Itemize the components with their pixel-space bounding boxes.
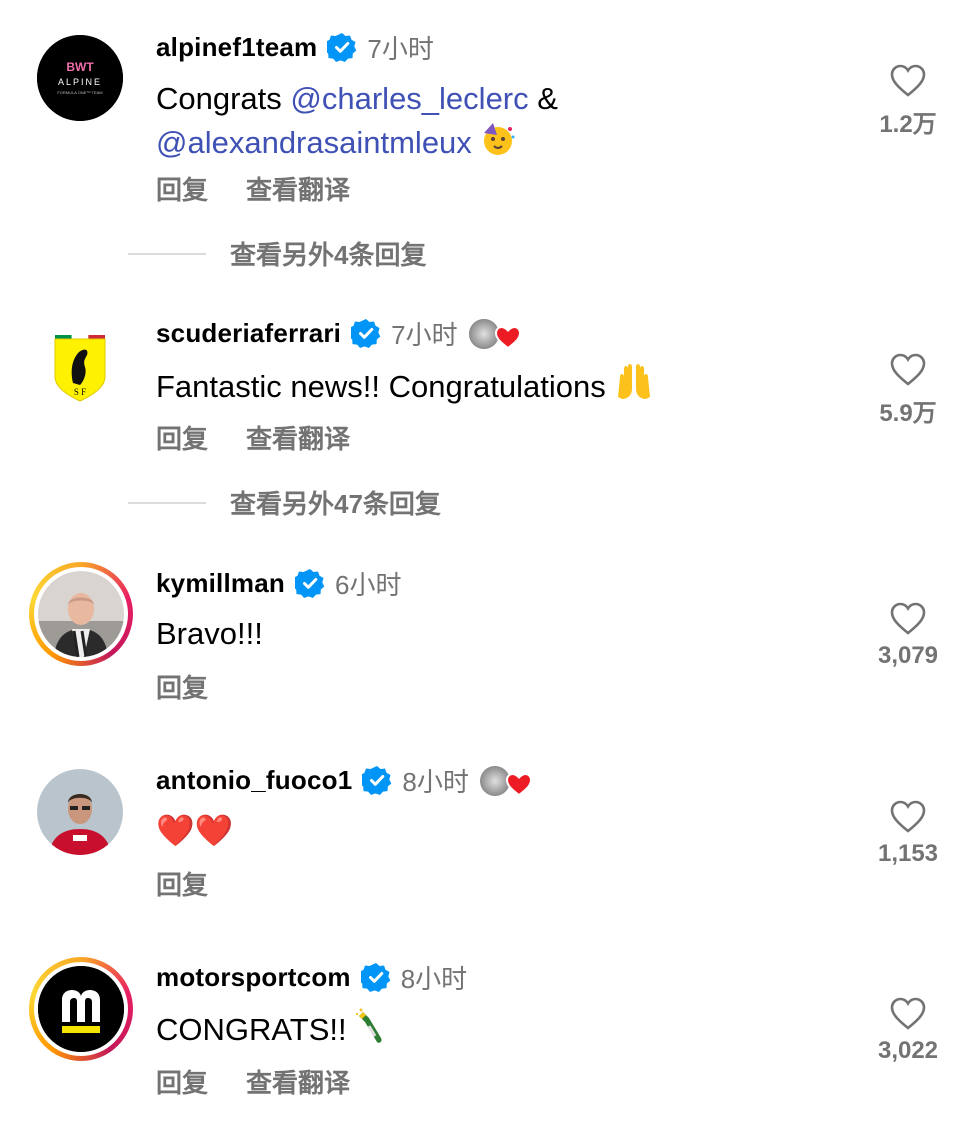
reply-button[interactable]: 回复 <box>156 1063 208 1100</box>
heart-outline-icon <box>890 800 926 833</box>
timestamp: 8小时 <box>402 766 469 797</box>
avatar[interactable] <box>37 769 123 855</box>
avatar[interactable]: S F <box>37 325 123 411</box>
username[interactable]: scuderiaferrari <box>156 318 341 349</box>
svg-text:FORMULA ONE™ TEAM: FORMULA ONE™ TEAM <box>57 90 102 95</box>
timestamp: 6小时 <box>334 569 402 600</box>
avatar-story-ring[interactable] <box>29 957 133 1061</box>
username[interactable]: antonio_fuoco1 <box>156 765 352 796</box>
comment-text: Fantastic news!! Congratulations <box>156 363 654 409</box>
ferrari-shield-icon: S F <box>54 335 106 402</box>
alpine-logo-icon: BWT ALPINE FORMULA ONE™ TEAM <box>37 35 123 121</box>
heart-outline-icon <box>890 353 926 386</box>
reply-button[interactable]: 回复 <box>156 668 208 705</box>
like-count: 1,153 <box>877 840 939 867</box>
svg-text:ALPINE: ALPINE <box>58 77 102 87</box>
view-more-replies-label: 查看另外4条回复 <box>230 240 427 270</box>
comment-header: scuderiaferrari 7小时 <box>156 313 521 353</box>
like-button[interactable]: 1.2万 <box>868 64 948 139</box>
creator-avatar-heart-icon <box>479 766 532 797</box>
reply-button[interactable]: 回复 <box>156 865 208 902</box>
username[interactable]: kymillman <box>156 568 285 599</box>
timestamp: 8小时 <box>400 963 468 994</box>
like-count: 3,022 <box>877 1037 939 1064</box>
translate-button[interactable]: 查看翻译 <box>246 170 350 207</box>
heart-outline-icon <box>890 602 926 635</box>
like-count: 1.2万 <box>879 111 937 138</box>
comment-text-content: ❤️❤️ <box>156 813 234 848</box>
view-more-replies[interactable]: 查看另外47条回复 <box>128 484 441 521</box>
reply-button[interactable]: 回复 <box>156 419 208 456</box>
avatar <box>38 571 124 657</box>
mention-link[interactable]: @alexandrasaintmleux <box>156 125 472 160</box>
translate-button[interactable]: 查看翻译 <box>246 1063 350 1100</box>
divider <box>128 501 206 504</box>
comment-header: kymillman 6小时 <box>156 563 401 603</box>
divider <box>128 252 206 255</box>
comment-text: Congrats @charles_leclerc & @alexandrasa… <box>156 81 558 160</box>
party-face-emoji-icon <box>484 123 515 155</box>
champagne-emoji-icon <box>356 1008 382 1043</box>
verified-badge-icon <box>360 963 391 992</box>
like-button[interactable]: 1,153 <box>868 800 948 868</box>
comment-text: Bravo!!! <box>156 616 263 651</box>
verified-badge-icon <box>327 33 357 62</box>
avatar <box>38 966 124 1052</box>
svg-text:S F: S F <box>74 387 86 397</box>
username[interactable]: alpinef1team <box>156 32 317 63</box>
comment-actions: 回复 <box>156 668 208 705</box>
mention-link[interactable]: @charles_leclerc <box>290 81 528 116</box>
comment-actions: 回复 查看翻译 <box>156 170 350 207</box>
comment-header: motorsportcom 8小时 <box>156 957 467 997</box>
verified-badge-icon <box>351 319 381 348</box>
heart-outline-icon <box>890 64 926 97</box>
comment-header: antonio_fuoco1 8小时 <box>156 760 532 800</box>
verified-badge-icon <box>294 569 325 598</box>
comment-header: alpinef1team 7小时 <box>156 27 434 67</box>
comment-text: CONGRATS!! <box>156 1008 389 1052</box>
like-count: 5.9万 <box>879 400 937 427</box>
comment-actions: 回复 查看翻译 <box>156 419 350 456</box>
creator-avatar-heart-icon <box>468 319 521 350</box>
comment-actions: 回复 查看翻译 <box>156 1063 350 1100</box>
username[interactable]: motorsportcom <box>156 962 351 993</box>
view-more-replies-label: 查看另外47条回复 <box>230 489 441 519</box>
avatar-story-ring[interactable] <box>29 562 133 666</box>
motorsport-logo-icon <box>38 966 124 1052</box>
like-button[interactable]: 5.9万 <box>868 353 948 428</box>
comment-text: ❤️❤️ <box>156 809 233 853</box>
comment-actions: 回复 <box>156 865 208 902</box>
person-photo-icon <box>38 571 124 657</box>
timestamp: 7小时 <box>391 319 458 350</box>
view-more-replies[interactable]: 查看另外4条回复 <box>128 235 426 272</box>
raising-hands-emoji-icon <box>618 364 651 399</box>
person-photo-icon <box>37 769 123 855</box>
verified-badge-icon <box>362 766 392 795</box>
translate-button[interactable]: 查看翻译 <box>246 419 350 456</box>
heart-outline-icon <box>890 997 926 1030</box>
reply-button[interactable]: 回复 <box>156 170 208 207</box>
like-count: 3,079 <box>877 642 939 669</box>
like-button[interactable]: 3,022 <box>868 997 948 1065</box>
svg-text:BWT: BWT <box>66 60 94 74</box>
avatar[interactable]: BWT ALPINE FORMULA ONE™ TEAM <box>37 35 123 121</box>
timestamp: 7小时 <box>367 33 434 64</box>
like-button[interactable]: 3,079 <box>868 602 948 670</box>
creator-liked-indicator <box>479 763 532 797</box>
creator-liked-indicator <box>468 316 521 350</box>
